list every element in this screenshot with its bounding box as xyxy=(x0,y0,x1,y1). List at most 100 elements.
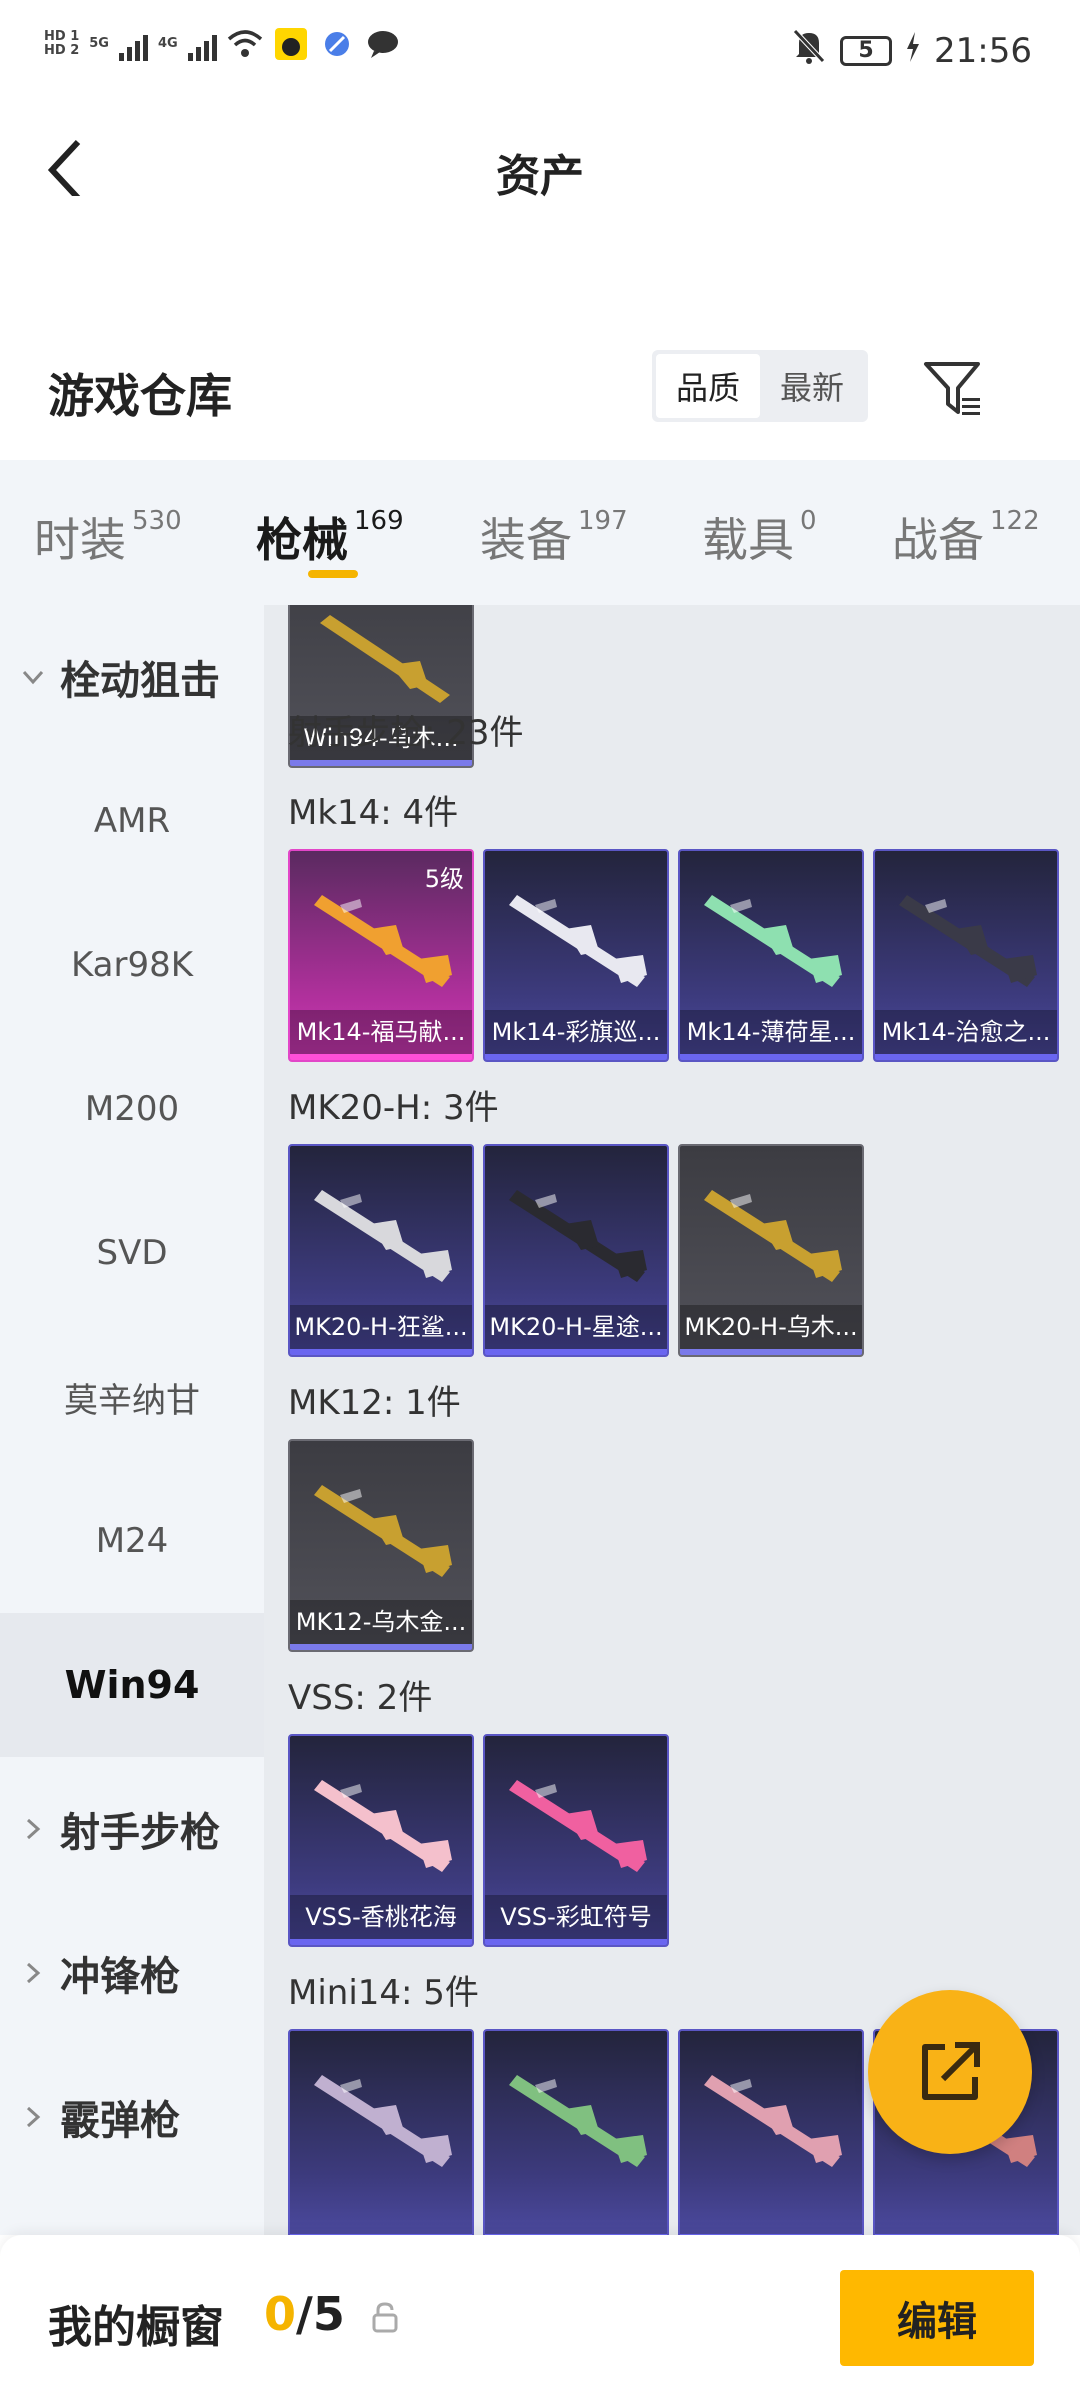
signal-4g-icon xyxy=(187,27,217,61)
sidebar-category-bolt-action[interactable]: 栓动狙击 xyxy=(0,605,264,749)
tab-count: 169 xyxy=(354,506,404,536)
sidebar-category-label: 霰弹枪 xyxy=(60,2098,180,2144)
page-title: 资产 xyxy=(496,151,584,202)
weapon-image-icon xyxy=(509,1780,647,1872)
sort-toggle: 品质 最新 xyxy=(652,350,868,422)
item-name: MK20-H-乌木... xyxy=(680,1305,862,1349)
chevron-right-icon xyxy=(26,2106,41,2128)
group-title: MK12: 1件 xyxy=(288,1383,461,1423)
rarity-bar xyxy=(290,760,472,766)
tab-fashion[interactable]: 时装 530 xyxy=(34,504,182,570)
item-card[interactable]: MK12-乌木金... xyxy=(288,1439,474,1652)
sidebar-category-smg[interactable]: 冲锋枪 xyxy=(0,1901,264,2045)
sidebar-category-marksman[interactable]: 射手步枪 xyxy=(0,1757,264,1901)
item-name: Mk14-薄荷星... xyxy=(680,1010,862,1054)
weapon-image-icon xyxy=(509,1190,647,1282)
tab-count: 530 xyxy=(132,506,182,536)
sidebar-category-label: 栓动狙击 xyxy=(60,658,220,704)
filter-button[interactable] xyxy=(920,356,984,420)
sidebar-item-m200[interactable]: M200 xyxy=(0,1037,264,1181)
item-name: Mk14-治愈之... xyxy=(875,1010,1057,1054)
item-card[interactable]: VSS-彩虹符号 xyxy=(483,1734,669,1947)
weapon-image-icon xyxy=(704,895,842,987)
sidebar-item-m24[interactable]: M24 xyxy=(0,1469,264,1613)
active-tab-indicator xyxy=(308,570,358,578)
tab-guns[interactable]: 枪械 169 xyxy=(256,504,404,570)
edit-button[interactable]: 编辑 xyxy=(840,2270,1034,2366)
weapon-image-icon xyxy=(899,895,1037,987)
tab-equipment[interactable]: 装备 197 xyxy=(480,504,628,570)
sidebar-item-svd[interactable]: SVD xyxy=(0,1181,264,1325)
group-title: VSS: 2件 xyxy=(288,1678,433,1718)
tab-count: 197 xyxy=(578,506,628,536)
app-notification-icon xyxy=(273,26,309,62)
sidebar-category-shotgun[interactable]: 霰弹枪 xyxy=(0,2045,264,2189)
item-card[interactable]: VSS-香桃花海 xyxy=(288,1734,474,1947)
tab-vehicles[interactable]: 载具 0 xyxy=(702,504,817,570)
sidebar-category-label: 射手步枪 xyxy=(60,1810,220,1856)
item-card[interactable] xyxy=(678,2029,864,2235)
section-title-marksman: 射手步枪: 23件 xyxy=(288,713,524,753)
tab-combat-prep[interactable]: 战备 122 xyxy=(892,504,1040,570)
item-name: Mk14-彩旗巡... xyxy=(485,1010,667,1054)
sort-newest-button[interactable]: 最新 xyxy=(760,354,864,418)
hd2-label: HD 2 xyxy=(44,43,80,58)
item-name: VSS-彩虹符号 xyxy=(485,1895,667,1939)
sidebar-item-amr[interactable]: AMR xyxy=(0,749,264,893)
chevron-down-icon xyxy=(22,670,44,685)
weapon-image-icon xyxy=(509,895,647,987)
item-card[interactable]: Mk14-彩旗巡... xyxy=(483,849,669,1062)
sidebar: 栓动狙击 AMR Kar98K M200 SVD 莫辛纳甘 M24 Win94 … xyxy=(0,605,264,2235)
mute-bell-icon xyxy=(792,28,826,73)
clock: 21:56 xyxy=(934,30,1032,71)
sort-quality-button[interactable]: 品质 xyxy=(656,354,760,418)
chevron-right-icon xyxy=(26,1962,41,1984)
item-card[interactable] xyxy=(288,2029,474,2235)
hd-indicator: HD 1 HD 2 xyxy=(44,30,79,58)
charging-icon xyxy=(906,31,920,71)
weapon-image-icon xyxy=(314,1190,452,1282)
sidebar-item-mosin[interactable]: 莫辛纳甘 xyxy=(0,1325,264,1469)
weapon-image-icon xyxy=(314,2075,452,2167)
message-icon xyxy=(365,26,401,62)
item-card[interactable]: MK20-H-星途... xyxy=(483,1144,669,1357)
showcase-label: 我的橱窗 xyxy=(48,2302,224,2353)
signal-5g-icon xyxy=(118,27,148,61)
item-card[interactable] xyxy=(483,2029,669,2235)
rarity-bar xyxy=(290,1939,472,1945)
item-card[interactable]: Mk14-治愈之... xyxy=(873,849,1059,1062)
rarity-bar xyxy=(680,1054,862,1060)
item-name: Mk14-福马献... xyxy=(290,1010,472,1054)
item-card[interactable]: MK20-H-乌木... xyxy=(678,1144,864,1357)
lock-icon xyxy=(372,2302,398,2333)
sidebar-item-win94[interactable]: Win94 xyxy=(0,1613,264,1757)
weapon-image-icon xyxy=(704,1190,842,1282)
tab-label: 时装 xyxy=(34,513,126,567)
showcase-current: 0 xyxy=(264,2287,297,2341)
header: 资产 xyxy=(0,100,1080,230)
group-title: MK20-H: 3件 xyxy=(288,1088,499,1128)
item-name: MK20-H-狂鲨... xyxy=(290,1305,472,1349)
item-card[interactable]: MK20-H-狂鲨... xyxy=(288,1144,474,1357)
showcase-count: 0/5 xyxy=(264,2287,345,2341)
sidebar-category-label: 冲锋枪 xyxy=(60,1954,180,2000)
sidebar-item-kar98k[interactable]: Kar98K xyxy=(0,893,264,1037)
item-name: VSS-香桃花海 xyxy=(290,1895,472,1939)
rarity-bar xyxy=(485,1054,667,1060)
weapon-image-icon xyxy=(314,1780,452,1872)
showcase-bar: 我的橱窗 0/5 编辑 xyxy=(0,2235,1080,2400)
rarity-bar xyxy=(290,1349,472,1355)
item-name: MK12-乌木金... xyxy=(290,1600,472,1644)
share-button[interactable] xyxy=(868,1990,1032,2154)
warehouse-title: 游戏仓库 xyxy=(48,369,232,423)
item-card[interactable]: Mk14-薄荷星... xyxy=(678,849,864,1062)
rarity-bar xyxy=(875,1054,1057,1060)
status-right: 5 21:56 xyxy=(792,28,1032,73)
group-title: Mk14: 4件 xyxy=(288,793,459,833)
item-card[interactable]: 5级 Mk14-福马献... xyxy=(288,849,474,1062)
filter-icon xyxy=(924,362,980,415)
blue-app-icon xyxy=(319,26,355,62)
rarity-bar xyxy=(485,1939,667,1945)
weapon-image-icon xyxy=(320,615,450,703)
status-bar: HD 1 HD 2 5G 4G 5 21:56 xyxy=(0,0,1080,100)
